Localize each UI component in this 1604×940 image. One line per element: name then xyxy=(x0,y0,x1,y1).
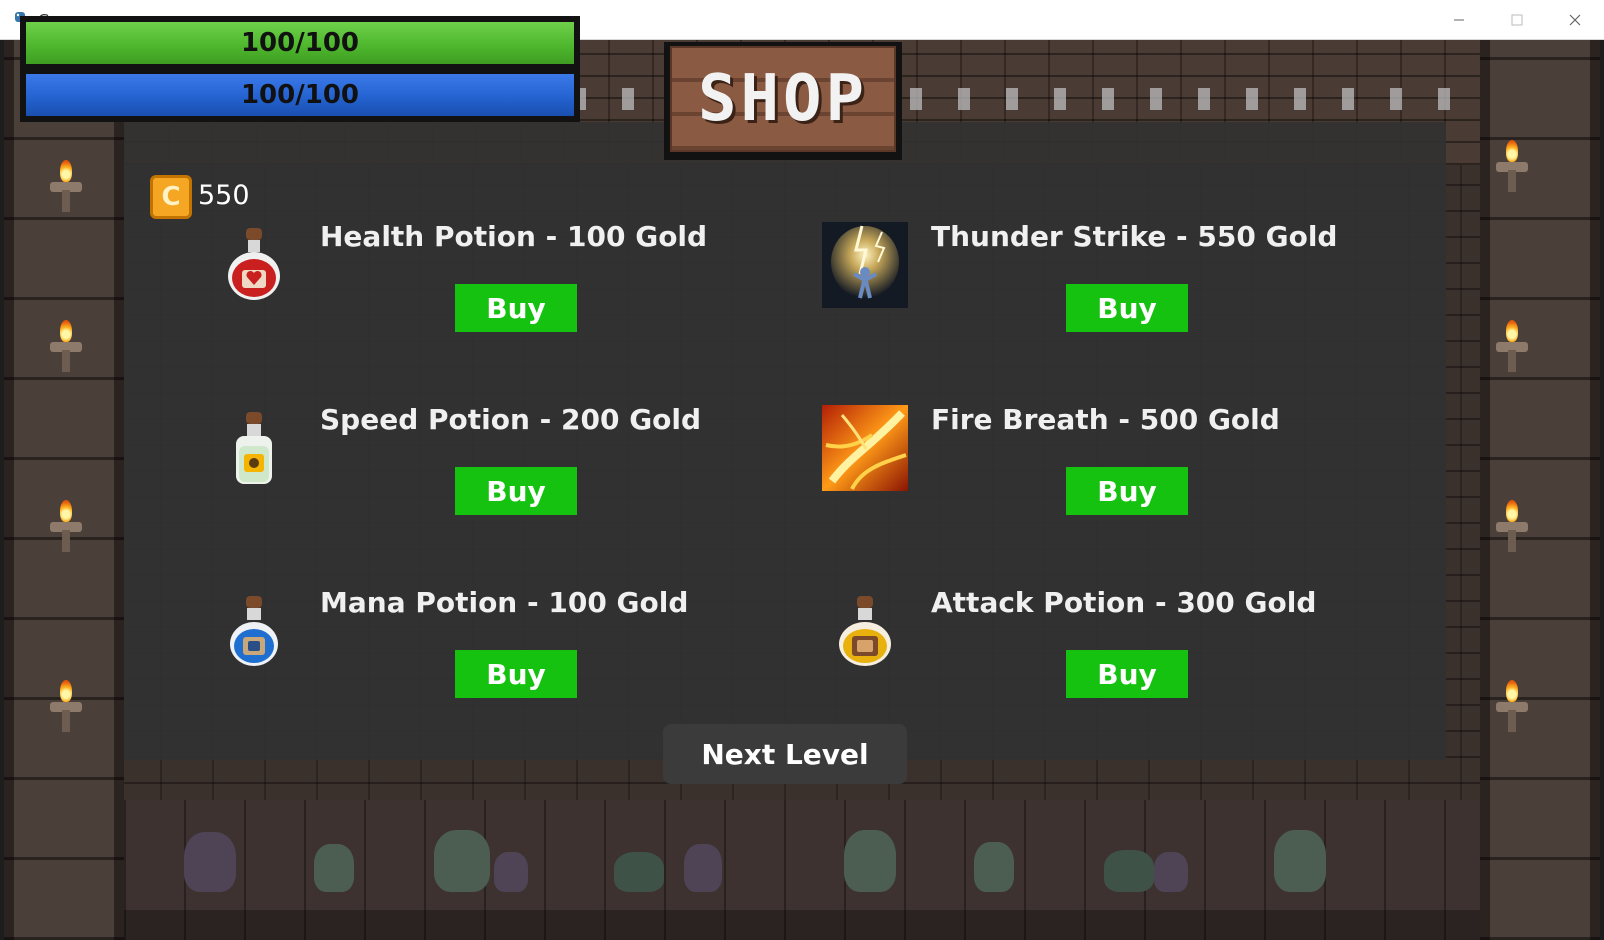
torch-icon xyxy=(46,320,86,376)
maximize-button[interactable] xyxy=(1488,0,1546,40)
attack-potion-icon xyxy=(839,596,891,666)
shop-sign-text: SHOP xyxy=(697,62,869,136)
torch-icon xyxy=(1492,500,1532,556)
mana-bar: 100/100 xyxy=(26,74,574,116)
buy-mana-potion-button[interactable]: Buy xyxy=(455,650,577,698)
item-title: Speed Potion - 200 Gold xyxy=(320,403,702,436)
item-title: Fire Breath - 500 Gold xyxy=(931,403,1280,436)
jar-icon xyxy=(494,852,528,892)
item-title: Mana Potion - 100 Gold xyxy=(320,586,689,619)
jar-icon xyxy=(684,844,722,892)
next-level-button[interactable]: Next Level xyxy=(663,724,907,784)
jar-icon xyxy=(184,832,236,892)
shop-panel xyxy=(124,122,1446,760)
jar-icon xyxy=(1104,850,1154,892)
close-icon xyxy=(1569,14,1581,26)
buy-thunder-strike-button[interactable]: Buy xyxy=(1066,284,1188,332)
health-bar: 100/100 xyxy=(26,22,574,64)
speed-potion-icon xyxy=(236,412,272,484)
jar-icon xyxy=(1154,852,1188,892)
hud-bars: 100/100 100/100 xyxy=(20,16,580,122)
mana-text: 100/100 xyxy=(240,80,360,110)
dungeon-floor xyxy=(124,800,1480,940)
health-text: 100/100 xyxy=(240,28,360,58)
item-title: Thunder Strike - 550 Gold xyxy=(931,220,1338,253)
mana-potion-icon xyxy=(230,596,278,666)
minimize-button[interactable] xyxy=(1430,0,1488,40)
shop-sign-board: SHOP xyxy=(670,46,896,152)
fire-breath-icon xyxy=(822,405,908,491)
torch-icon xyxy=(1492,140,1532,196)
maximize-icon xyxy=(1511,14,1523,26)
jar-icon xyxy=(614,852,664,892)
gold-amount: 550 xyxy=(198,180,250,211)
buy-health-potion-button[interactable]: Buy xyxy=(455,284,577,332)
torch-icon xyxy=(46,680,86,736)
close-button[interactable] xyxy=(1546,0,1604,40)
jar-icon xyxy=(844,830,896,892)
item-title: Attack Potion - 300 Gold xyxy=(931,586,1317,619)
health-potion-icon xyxy=(228,228,280,300)
buy-speed-potion-button[interactable]: Buy xyxy=(455,467,577,515)
buy-fire-breath-button[interactable]: Buy xyxy=(1066,467,1188,515)
torch-icon xyxy=(1492,680,1532,736)
jar-icon xyxy=(974,842,1014,892)
buy-attack-potion-button[interactable]: Buy xyxy=(1066,650,1188,698)
minimize-icon xyxy=(1454,19,1464,21)
item-title: Health Potion - 100 Gold xyxy=(320,220,708,253)
gold-coin-icon: C xyxy=(150,175,192,219)
shop-sign: SHOP xyxy=(664,42,902,160)
jar-icon xyxy=(314,844,354,892)
torch-icon xyxy=(46,500,86,556)
torch-icon xyxy=(1492,320,1532,376)
jar-icon xyxy=(1274,830,1326,892)
thunder-strike-icon xyxy=(822,222,908,308)
torch-icon xyxy=(46,160,86,216)
jar-icon xyxy=(434,830,490,892)
